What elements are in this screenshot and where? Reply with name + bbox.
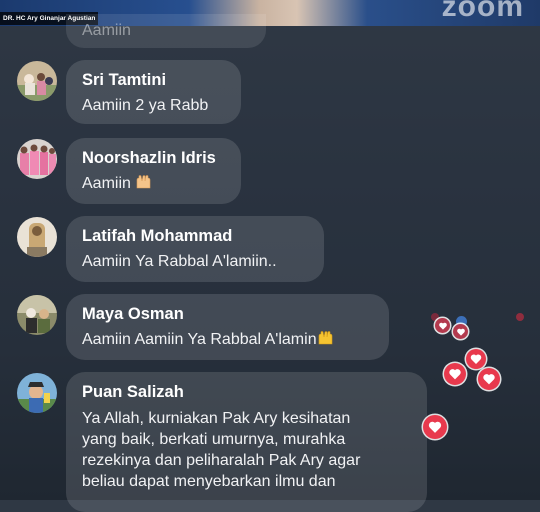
commenter-name[interactable]: Sri Tamtini	[82, 70, 225, 90]
zoom-watermark: zoom	[441, 0, 524, 23]
previous-comment-text: Aamiin	[82, 22, 131, 39]
heart-icon	[444, 363, 466, 385]
comment-text: Aamiin 2 ya Rabb	[82, 97, 209, 114]
comment-text-line: yang baik, berkati umurnya, murahka	[82, 431, 346, 448]
comment-text: Ya Allah, kurniakan Pak Ary kesihatan ya…	[82, 408, 411, 492]
heart-icon	[516, 313, 524, 321]
comment-bubble: Latifah Mohammad Aamiin Ya Rabbal A'lami…	[66, 216, 324, 282]
avatar[interactable]	[17, 217, 57, 257]
avatar[interactable]	[17, 295, 57, 335]
comment-text-line: Ya Allah, kurniakan Pak Ary kesihatan	[82, 410, 351, 427]
comment-text-line: Aamiin Aamiin Ya Rabbal A'lamin	[82, 329, 373, 350]
heart-icon	[466, 349, 486, 369]
comment-bubble: Puan Salizah Ya Allah, kurniakan Pak Ary…	[66, 372, 427, 512]
comment-bubble: Sri Tamtini Aamiin 2 ya Rabb	[66, 60, 241, 124]
comment-text: Aamiin Aamiin Ya Rabbal A'lamin	[82, 331, 317, 348]
commenter-name[interactable]: Maya Osman	[82, 304, 373, 324]
comment-text: Aamiin	[82, 175, 131, 192]
comment-text-line: Aamiin	[82, 173, 225, 194]
comment-text-line: rezekinya dan peliharalah Pak Ary agar	[82, 452, 361, 469]
heart-icon	[423, 415, 447, 439]
commenter-name[interactable]: Latifah Mohammad	[82, 226, 308, 246]
raised-hands-icon	[137, 175, 151, 189]
comment-bubble: Maya Osman Aamiin Aamiin Ya Rabbal A'lam…	[66, 294, 389, 360]
raised-hands-icon	[318, 331, 332, 345]
avatar[interactable]	[17, 61, 57, 101]
heart-icon	[478, 368, 500, 390]
comment-bubble: Noorshazlin Idris Aamiin	[66, 138, 241, 204]
commenter-name[interactable]: Puan Salizah	[82, 382, 411, 402]
heart-icon	[435, 318, 450, 333]
avatar[interactable]	[17, 139, 57, 179]
comment-text-line: beliau dapat menyebarkan ilmu dan	[82, 473, 336, 490]
comment-text: Aamiin Ya Rabbal A'lamiin..	[82, 253, 277, 270]
avatar[interactable]	[17, 373, 57, 413]
heart-icon	[453, 324, 468, 339]
commenter-name[interactable]: Noorshazlin Idris	[82, 148, 225, 168]
